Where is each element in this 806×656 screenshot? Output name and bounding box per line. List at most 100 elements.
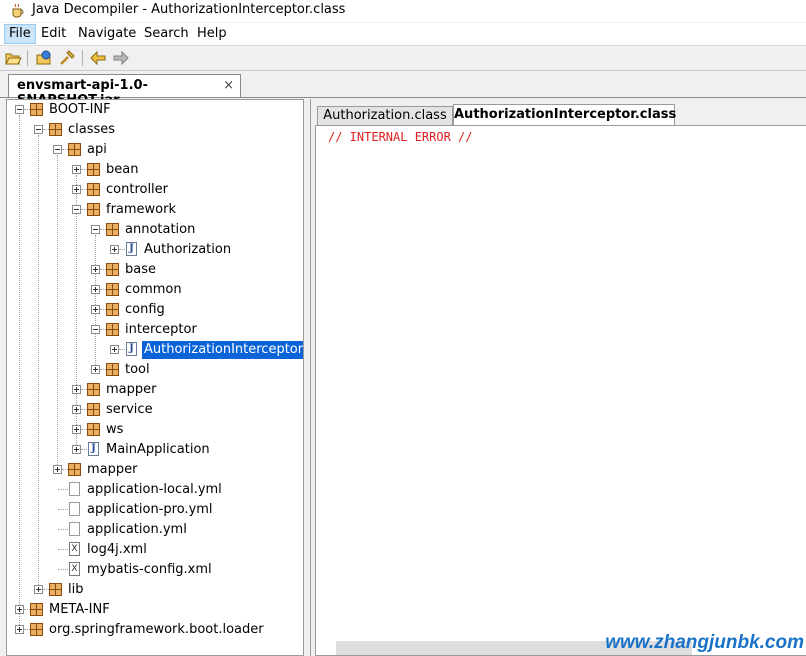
text-file-icon <box>69 502 80 516</box>
search-icon[interactable] <box>58 49 76 67</box>
package-icon <box>68 463 81 476</box>
package-tree[interactable]: BOOT-INF classes api bean controller fra… <box>6 99 304 656</box>
expand-toggle[interactable] <box>15 605 24 614</box>
tree-node-application-local-yml[interactable]: application-local.yml <box>7 480 303 500</box>
tree-node-base[interactable]: base <box>7 260 303 280</box>
menu-edit[interactable]: Edit <box>37 25 70 43</box>
package-icon <box>106 263 119 276</box>
expand-toggle[interactable] <box>72 425 81 434</box>
title-bar: Java Decompiler - AuthorizationIntercept… <box>0 0 806 22</box>
tree-node-spring-boot-loader[interactable]: org.springframework.boot.loader <box>7 620 303 640</box>
menu-bar: File Edit Navigate Search Help <box>0 23 806 46</box>
tab-authorization-class[interactable]: Authorization.class <box>317 106 453 125</box>
text-file-icon <box>69 522 80 536</box>
expand-toggle[interactable] <box>91 305 100 314</box>
tree-node-framework[interactable]: framework <box>7 200 303 220</box>
expand-toggle[interactable] <box>15 625 24 634</box>
back-arrow-icon[interactable] <box>89 49 107 67</box>
expand-toggle[interactable] <box>91 265 100 274</box>
expand-toggle[interactable] <box>72 165 81 174</box>
package-icon <box>87 423 100 436</box>
close-icon[interactable]: × <box>223 78 234 93</box>
tree-node-label: org.springframework.boot.loader <box>49 622 264 637</box>
collapse-toggle[interactable] <box>91 225 100 234</box>
package-icon <box>30 103 43 116</box>
collapse-toggle[interactable] <box>53 145 62 154</box>
collapse-toggle[interactable] <box>15 105 24 114</box>
tree-node-config[interactable]: config <box>7 300 303 320</box>
collapse-toggle[interactable] <box>91 325 100 334</box>
tree-node-controller[interactable]: controller <box>7 180 303 200</box>
tab-authorization-interceptor-class[interactable]: AuthorizationInterceptor.class <box>453 104 677 125</box>
menu-file[interactable]: File <box>4 24 36 44</box>
java-file-icon: J <box>126 242 137 256</box>
forward-arrow-icon[interactable] <box>112 49 130 67</box>
tree-node-authorization[interactable]: J Authorization <box>7 240 303 260</box>
expand-toggle[interactable] <box>72 185 81 194</box>
tree-node-authorization-interceptor[interactable]: J AuthorizationInterceptor <box>7 340 303 360</box>
coffee-cup-icon <box>12 3 24 18</box>
tree-node-label: mapper <box>106 382 157 397</box>
tree-node-label: config <box>125 302 165 317</box>
tree-node-label: application-pro.yml <box>87 502 213 517</box>
tree-node-label: framework <box>106 202 177 217</box>
java-file-icon: J <box>126 342 137 356</box>
expand-toggle[interactable] <box>110 345 119 354</box>
file-tab-jar[interactable]: envsmart-api-1.0-SNAPSHOT.jar × <box>8 74 241 108</box>
tree-node-ws[interactable]: ws <box>7 420 303 440</box>
tree-node-label: META-INF <box>49 602 110 617</box>
tree-node-interceptor[interactable]: interceptor <box>7 320 303 340</box>
collapse-toggle[interactable] <box>34 125 43 134</box>
tree-node-classes[interactable]: classes <box>7 120 303 140</box>
tree-node-lib[interactable]: lib <box>7 580 303 600</box>
expand-toggle[interactable] <box>72 405 81 414</box>
package-icon <box>106 363 119 376</box>
tree-node-common[interactable]: common <box>7 280 303 300</box>
expand-toggle[interactable] <box>91 365 100 374</box>
tree-node-label: BOOT-INF <box>49 102 111 117</box>
menu-search[interactable]: Search <box>140 25 193 43</box>
tree-node-service[interactable]: service <box>7 400 303 420</box>
expand-toggle[interactable] <box>53 465 62 474</box>
expand-toggle[interactable] <box>72 385 81 394</box>
tree-node-label: mapper <box>87 462 138 477</box>
package-icon <box>106 223 119 236</box>
tab-label: Authorization.class <box>323 108 447 123</box>
tree-node-boot-inf[interactable]: BOOT-INF <box>7 100 303 120</box>
tree-node-meta-inf[interactable]: META-INF <box>7 600 303 620</box>
package-icon <box>87 183 100 196</box>
expand-toggle[interactable] <box>110 245 119 254</box>
collapse-toggle[interactable] <box>72 205 81 214</box>
tree-node-log4j-xml[interactable]: X log4j.xml <box>7 540 303 560</box>
tree-node-label: controller <box>106 182 169 197</box>
editor-panel: Authorization.class AuthorizationInterce… <box>310 99 806 656</box>
tree-node-label: annotation <box>125 222 196 237</box>
open-folder-icon[interactable] <box>4 49 22 67</box>
tree-node-main-application[interactable]: J MainApplication <box>7 440 303 460</box>
package-icon <box>30 623 43 636</box>
tree-node-mapper[interactable]: mapper <box>7 380 303 400</box>
package-icon <box>49 583 62 596</box>
tree-node-label: base <box>125 262 156 277</box>
tree-node-mybatis-config-xml[interactable]: X mybatis-config.xml <box>7 560 303 580</box>
watermark: www.zhangjunbk.com <box>605 632 804 653</box>
code-view[interactable]: // INTERNAL ERROR // <box>315 125 806 656</box>
expand-toggle[interactable] <box>91 285 100 294</box>
tree-node-application-pro-yml[interactable]: application-pro.yml <box>7 500 303 520</box>
open-type-icon[interactable] <box>35 49 53 67</box>
menu-navigate[interactable]: Navigate <box>74 25 140 43</box>
tree-node-api[interactable]: api <box>7 140 303 160</box>
menu-help[interactable]: Help <box>193 25 231 43</box>
tree-node-bean[interactable]: bean <box>7 160 303 180</box>
expand-toggle[interactable] <box>34 585 43 594</box>
window-title: Java Decompiler - AuthorizationIntercept… <box>32 2 346 17</box>
tree-node-application-yml[interactable]: application.yml <box>7 520 303 540</box>
package-icon <box>87 403 100 416</box>
tab-label: AuthorizationInterceptor.class <box>454 107 677 122</box>
toolbar <box>0 46 806 71</box>
package-icon <box>87 383 100 396</box>
expand-toggle[interactable] <box>72 445 81 454</box>
tree-node-tool[interactable]: tool <box>7 360 303 380</box>
tree-node-annotation[interactable]: annotation <box>7 220 303 240</box>
tree-node-mapper-resources[interactable]: mapper <box>7 460 303 480</box>
